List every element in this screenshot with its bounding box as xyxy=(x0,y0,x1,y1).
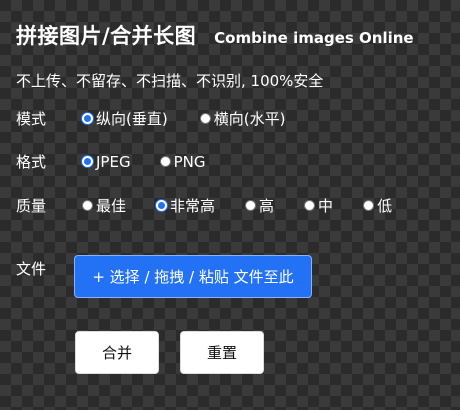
mode-label: 模式 xyxy=(16,110,47,128)
quality-option-medium[interactable]: 中 xyxy=(304,195,333,216)
quality-low-radio[interactable] xyxy=(363,200,375,211)
quality-label: 质量 xyxy=(16,197,47,215)
mode-vertical-label: 纵向(垂直) xyxy=(96,110,168,128)
file-label: 文件 xyxy=(16,260,47,278)
file-upload-button[interactable]: + 选择 / 拖拽 / 粘贴 文件至此 xyxy=(74,255,312,298)
merge-button[interactable]: 合并 xyxy=(75,331,159,374)
page-subtitle: Combine images Online xyxy=(214,29,414,47)
format-png-radio[interactable] xyxy=(159,156,171,167)
reset-button[interactable]: 重置 xyxy=(180,331,264,374)
quality-option-high[interactable]: 高 xyxy=(245,195,274,216)
format-png-label: PNG xyxy=(173,152,206,171)
quality-medium-radio[interactable] xyxy=(304,200,316,211)
mode-row: 模式 纵向(垂直) 横向(水平) xyxy=(16,108,314,129)
quality-low-label: 低 xyxy=(377,197,393,215)
page-header: 拼接图片/合并长图 Combine images Online xyxy=(16,20,414,50)
page-title: 拼接图片/合并长图 xyxy=(16,24,197,48)
quality-very-high-radio[interactable] xyxy=(156,200,168,211)
format-row: 格式 JPEG PNG xyxy=(16,151,234,172)
quality-option-best[interactable]: 最佳 xyxy=(82,195,126,216)
mode-horizontal-label: 横向(水平) xyxy=(213,110,286,128)
format-jpeg-label: JPEG xyxy=(96,152,131,171)
format-label: 格式 xyxy=(16,153,47,171)
format-option-png[interactable]: PNG xyxy=(159,152,206,171)
quality-high-label: 高 xyxy=(259,197,275,215)
quality-medium-label: 中 xyxy=(318,197,334,215)
mode-option-vertical[interactable]: 纵向(垂直) xyxy=(82,108,168,129)
quality-high-radio[interactable] xyxy=(245,200,257,211)
quality-row: 质量 最佳 非常高 高 中 低 xyxy=(16,195,392,216)
format-jpeg-radio[interactable] xyxy=(82,156,93,167)
mode-horizontal-radio[interactable] xyxy=(199,113,211,124)
format-option-jpeg[interactable]: JPEG xyxy=(82,153,131,171)
quality-option-very-high[interactable]: 非常高 xyxy=(156,195,215,216)
quality-option-low[interactable]: 低 xyxy=(363,195,392,216)
privacy-notice: 不上传、不留存、不扫描、不识别, 100%安全 xyxy=(16,72,324,90)
mode-option-horizontal[interactable]: 横向(水平) xyxy=(199,108,286,129)
quality-best-radio[interactable] xyxy=(82,200,93,211)
quality-best-label: 最佳 xyxy=(96,197,127,215)
mode-vertical-radio[interactable] xyxy=(82,113,93,124)
quality-very-high-label: 非常高 xyxy=(170,197,216,215)
